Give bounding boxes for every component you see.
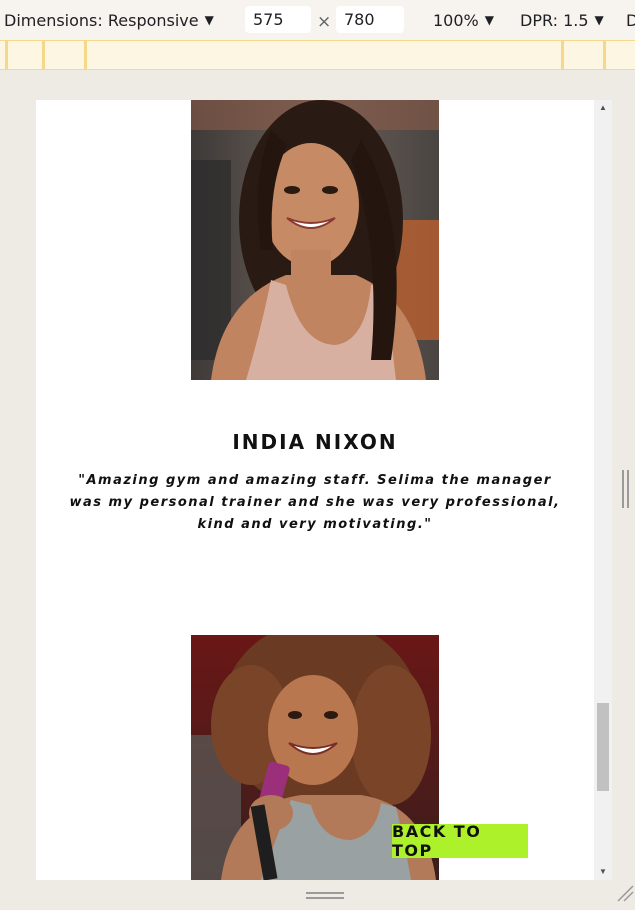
more-options-truncated[interactable]: D xyxy=(626,0,635,40)
bottom-grip-line-icon xyxy=(306,897,344,899)
dpr-label: DPR: 1.5 xyxy=(520,10,589,30)
ruler-marker[interactable] xyxy=(5,41,8,69)
scroll-up-arrow-icon[interactable]: ▲ xyxy=(594,100,612,116)
devtools-toolbar: Dimensions: Responsive ▼ 575 × 780 100% … xyxy=(0,0,635,40)
dpr-dropdown[interactable]: DPR: 1.5 ▼ xyxy=(520,0,604,40)
bottom-resize-handle[interactable] xyxy=(36,880,612,910)
height-input[interactable]: 780 xyxy=(336,6,404,33)
page-content: INDIA NIXON "Amazing gym and amazing sta… xyxy=(36,100,594,880)
testimonial-photo xyxy=(191,100,439,380)
triangle-down-icon: ▼ xyxy=(484,13,494,27)
zoom-dropdown[interactable]: 100% ▼ xyxy=(433,0,494,40)
testimonial-quote: "Amazing gym and amazing staff. Selima t… xyxy=(69,473,561,532)
ruler-marker[interactable] xyxy=(561,41,564,69)
scroll-down-arrow-icon[interactable]: ▼ xyxy=(594,864,612,880)
ruler-marker[interactable] xyxy=(42,41,45,69)
dimensions-label: Dimensions: Responsive xyxy=(4,10,199,30)
right-resize-grip-icon[interactable] xyxy=(622,470,624,508)
resize-corner-icon[interactable] xyxy=(616,884,634,902)
ruler-marker[interactable] xyxy=(84,41,87,69)
media-query-ruler xyxy=(0,40,635,70)
vertical-scrollbar[interactable]: ▲ ▼ xyxy=(594,100,612,880)
triangle-down-icon: ▼ xyxy=(204,13,214,27)
woman-portrait-image xyxy=(191,100,439,380)
back-to-top-button[interactable]: BACK TO TOP xyxy=(392,822,528,860)
zoom-label: 100% xyxy=(433,10,479,30)
width-input[interactable]: 575 xyxy=(245,6,311,33)
right-resize-grip-icon[interactable] xyxy=(627,470,629,508)
testimonial-name: INDIA NIXON xyxy=(232,430,398,454)
device-viewport: INDIA NIXON "Amazing gym and amazing sta… xyxy=(36,100,612,880)
ruler-marker[interactable] xyxy=(603,41,606,69)
triangle-down-icon: ▼ xyxy=(594,13,604,27)
bottom-grip-line-icon xyxy=(306,892,344,894)
times-symbol: × xyxy=(317,12,332,32)
dimensions-dropdown[interactable]: Dimensions: Responsive ▼ xyxy=(4,0,214,40)
scrollbar-thumb[interactable] xyxy=(597,703,609,791)
